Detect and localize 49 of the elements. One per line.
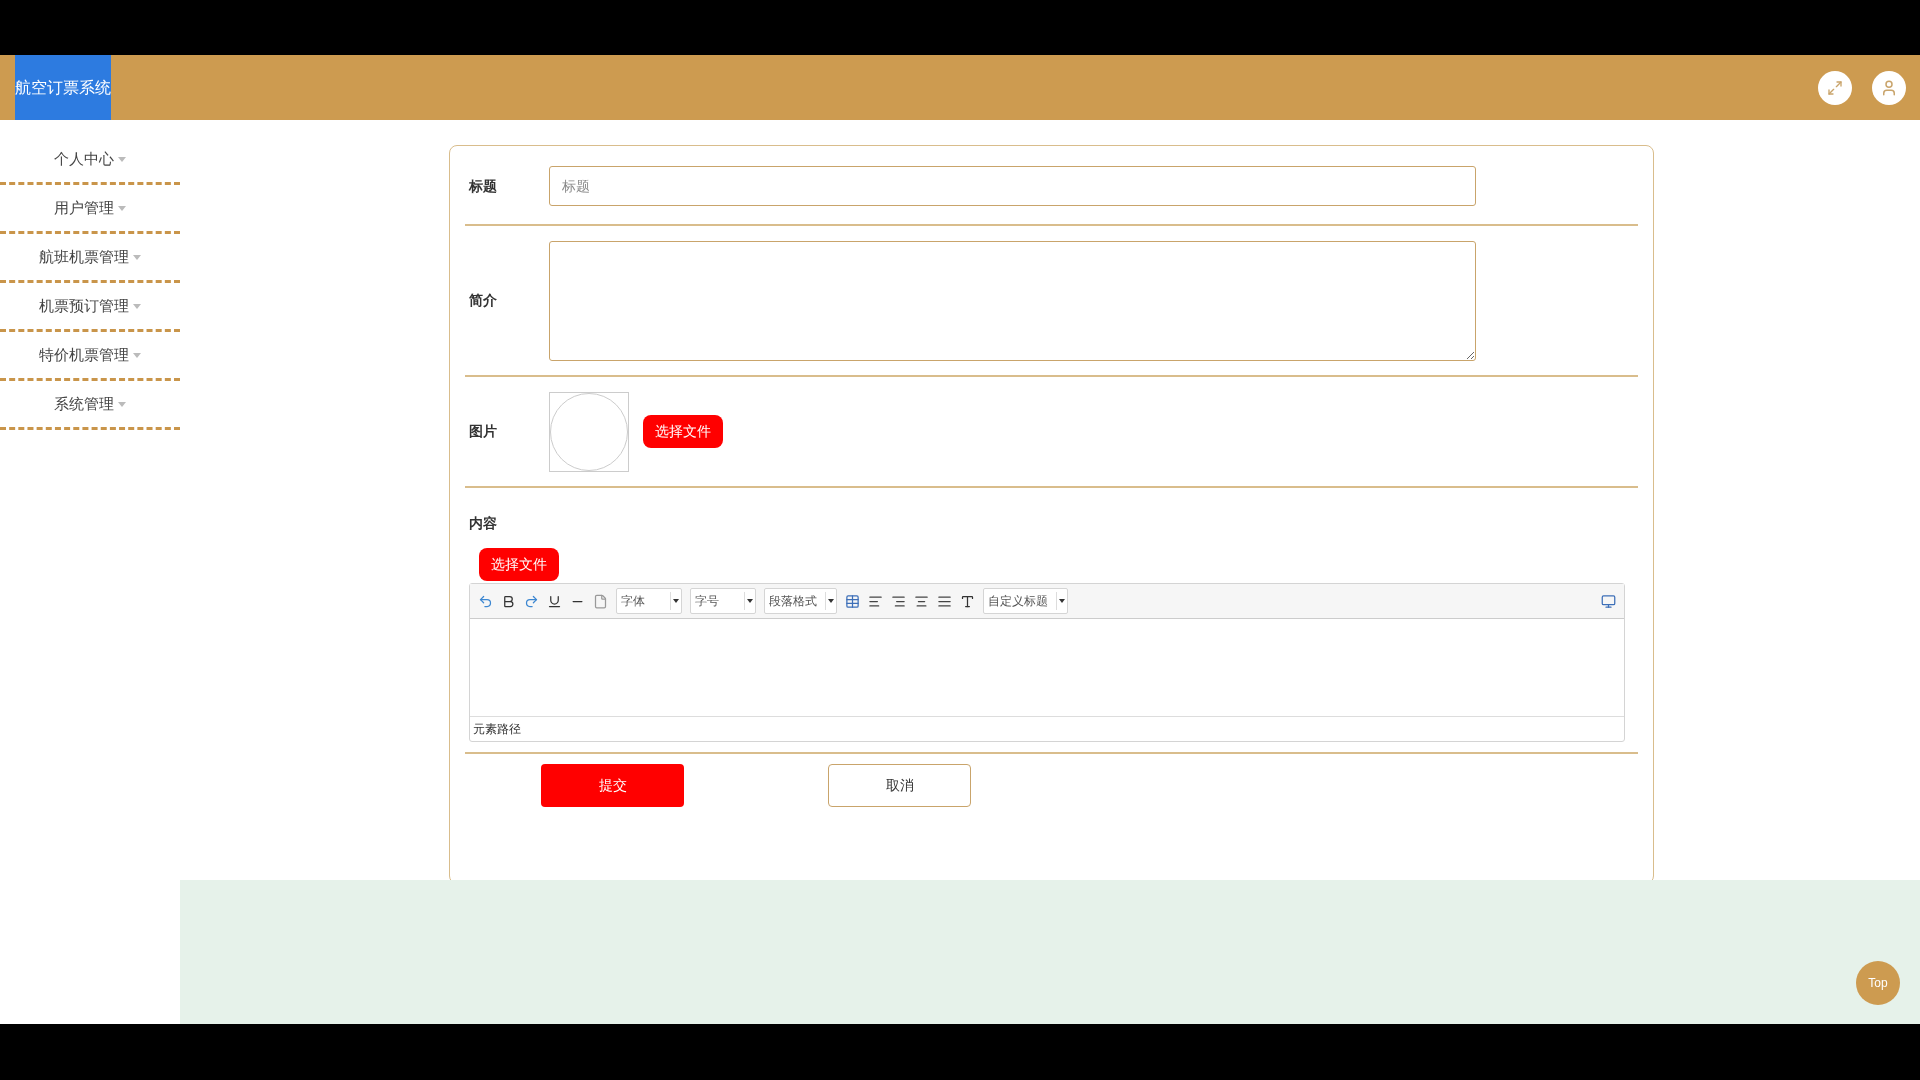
choose-file-button[interactable]: 选择文件: [643, 415, 723, 448]
expand-icon: [1827, 79, 1843, 96]
align-center-icon[interactable]: [914, 593, 929, 609]
dropdown-label: 字号: [695, 592, 745, 610]
caret-icon: [133, 303, 141, 309]
sidebar-menu-item[interactable]: 用户管理: [0, 185, 180, 234]
sidebar-menu-item[interactable]: 系统管理: [0, 381, 180, 430]
choose-file-button[interactable]: 选择文件: [479, 548, 559, 581]
fullscreen-icon[interactable]: [1601, 593, 1616, 609]
dropdown-caret-icon: [828, 599, 834, 603]
align-left-icon[interactable]: [868, 593, 883, 609]
user-icon: [1880, 78, 1898, 97]
toolbar-dropdown[interactable]: 段落格式: [764, 588, 837, 614]
font-color-icon[interactable]: [960, 593, 975, 609]
dropdown-label: 段落格式: [769, 592, 826, 610]
align-justify-icon[interactable]: [937, 593, 952, 609]
dropdown-caret-icon: [1059, 599, 1065, 603]
title-input[interactable]: 标题: [549, 166, 1476, 206]
align-right-icon[interactable]: [891, 593, 906, 609]
sidebar-menu-item[interactable]: 机票预订管理: [0, 283, 180, 332]
caret-icon: [118, 156, 126, 162]
field-label: 图片: [469, 422, 498, 441]
dropdown-label: 字体: [621, 592, 671, 610]
caret-icon: [133, 254, 141, 260]
field-label: 简介: [469, 291, 498, 310]
toolbar-dropdown[interactable]: 字体: [616, 588, 682, 614]
underline-icon[interactable]: [547, 593, 562, 609]
page-icon[interactable]: [593, 593, 608, 609]
toolbar-dropdown[interactable]: 字号: [690, 588, 756, 614]
app-title: 航空订票系统: [15, 55, 111, 120]
cancel-button[interactable]: 取消: [828, 764, 971, 807]
caret-icon: [118, 205, 126, 211]
toolbar-dropdown[interactable]: 自定义标题: [983, 588, 1068, 614]
caret-icon: [118, 401, 126, 407]
sidebar-menu-item[interactable]: 个人中心: [0, 136, 180, 185]
dropdown-caret-icon: [673, 599, 679, 603]
sidebar-menu-item[interactable]: 特价机票管理: [0, 332, 180, 381]
sidebar-menu-item[interactable]: 航班机票管理: [0, 234, 180, 283]
caret-icon: [133, 352, 141, 358]
bold-icon[interactable]: [501, 593, 516, 609]
element-path-label: 元素路径: [473, 721, 521, 738]
undo-icon[interactable]: [478, 593, 493, 609]
field-label: 内容: [469, 513, 498, 533]
submit-button[interactable]: 提交: [541, 764, 684, 807]
redo-icon[interactable]: [524, 593, 539, 609]
field-label: 标题: [469, 176, 498, 196]
table-icon[interactable]: [845, 593, 860, 609]
dropdown-caret-icon: [747, 599, 753, 603]
dropdown-label: 自定义标题: [988, 592, 1057, 610]
